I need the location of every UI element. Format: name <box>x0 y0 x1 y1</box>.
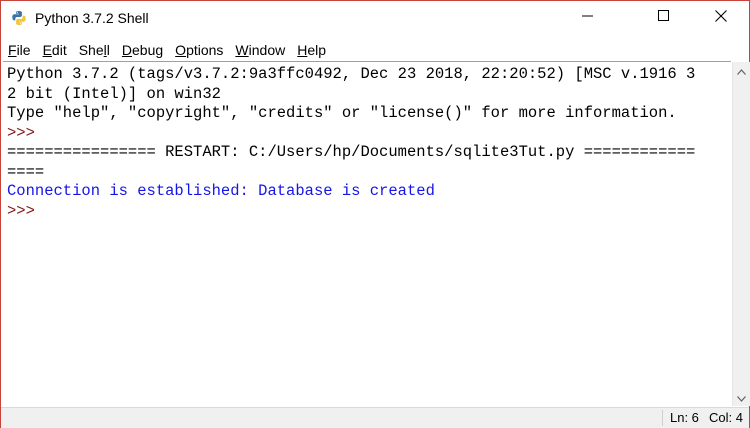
banner-line: 2 bit (Intel)] on win32 <box>7 84 221 103</box>
menu-help[interactable]: Help <box>291 42 332 58</box>
window-title: Python 3.7.2 Shell <box>35 10 149 26</box>
banner-line: Type "help", "copyright", "credits" or "… <box>7 104 677 122</box>
column-number: Col: 4 <box>709 410 743 425</box>
menu-options[interactable]: Options <box>169 42 229 58</box>
python-icon <box>11 10 27 26</box>
chevron-up-icon <box>737 62 746 80</box>
status-bar: Ln: 6 Col: 4 <box>1 407 749 428</box>
minimize-icon <box>582 9 594 27</box>
idle-shell-window: Python 3.7.2 Shell File Edit Shell Debug… <box>0 0 750 428</box>
scroll-up-button[interactable] <box>733 62 750 79</box>
close-icon <box>715 9 727 27</box>
shell-text-area[interactable]: Python 3.7.2 (tags/v3.7.2:9a3ffc0492, De… <box>3 61 731 407</box>
menu-debug[interactable]: Debug <box>116 42 169 58</box>
chevron-down-icon <box>737 389 746 407</box>
program-output: Connection is established: Database is c… <box>7 182 435 200</box>
maximize-button[interactable] <box>641 1 687 35</box>
menu-file[interactable]: File <box>1 42 37 58</box>
close-button[interactable] <box>698 1 744 35</box>
menu-edit[interactable]: Edit <box>37 42 73 58</box>
menu-bar: File Edit Shell Debug Options Window Hel… <box>1 39 749 61</box>
shell-prompt[interactable]: >>> <box>3 202 731 222</box>
line-number: Ln: 6 <box>670 410 699 425</box>
status-divider <box>662 410 663 426</box>
shell-prompt: >>> <box>7 123 45 142</box>
menu-window[interactable]: Window <box>229 42 291 58</box>
title-bar[interactable]: Python 3.7.2 Shell <box>1 1 749 37</box>
vertical-scrollbar[interactable] <box>732 62 750 406</box>
banner-line: Python 3.7.2 (tags/v3.7.2:9a3ffc0492, De… <box>7 65 696 83</box>
menu-shell[interactable]: Shell <box>73 42 116 58</box>
restart-line: ==== <box>7 162 45 181</box>
restart-line: ================ RESTART: C:/Users/hp/Do… <box>7 143 696 161</box>
scroll-down-button[interactable] <box>733 389 750 406</box>
minimize-button[interactable] <box>565 1 611 35</box>
maximize-icon <box>658 9 670 27</box>
